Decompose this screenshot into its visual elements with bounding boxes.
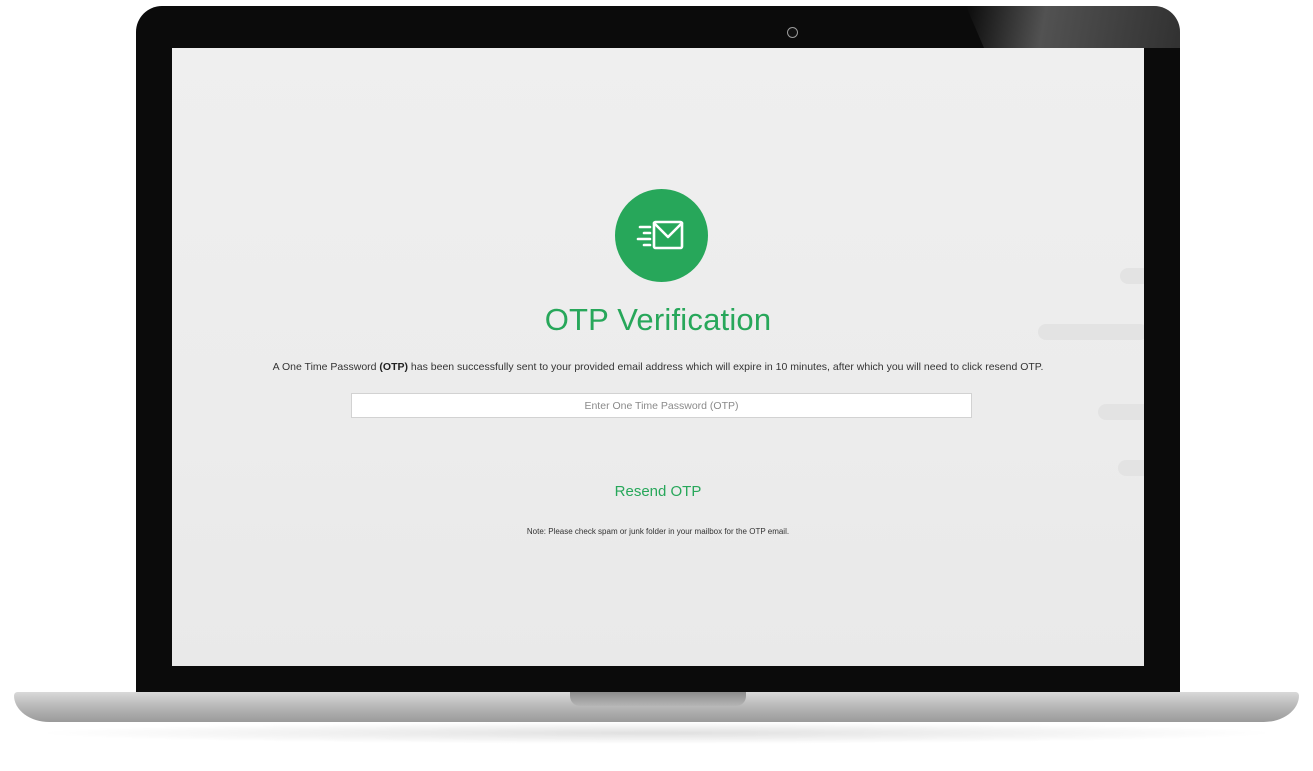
otp-sent-message-text-start: A One Time Password <box>272 361 380 373</box>
page-title: OTP Verification <box>544 302 772 337</box>
bezel-reflection <box>966 6 1180 48</box>
resend-otp-link[interactable]: Resend OTP <box>172 483 1144 500</box>
resend-otp-label[interactable]: Resend OTP <box>615 483 702 500</box>
envelope-sent-icon-glyph <box>636 220 683 249</box>
otp-verification-page: OTP Verification A One Time Password (OT… <box>172 48 1144 666</box>
laptop-mockup: OTP Verification A One Time Password (OT… <box>0 0 1313 771</box>
webcam <box>787 27 798 38</box>
laptop-screen: OTP Verification A One Time Password (OT… <box>172 48 1144 666</box>
otp-input[interactable] <box>351 393 972 418</box>
otp-sent-message-text-end: has been successfully sent to your provi… <box>408 361 1044 373</box>
otp-sent-message-bold: (OTP) <box>379 361 408 373</box>
laptop-base-notch <box>570 692 746 706</box>
spam-folder-note: Note: Please check spam or junk folder i… <box>526 527 790 536</box>
otp-sent-message: A One Time Password (OTP) has been succe… <box>172 361 1144 373</box>
envelope-sent-icon <box>615 189 708 282</box>
laptop-shadow <box>30 722 1283 744</box>
